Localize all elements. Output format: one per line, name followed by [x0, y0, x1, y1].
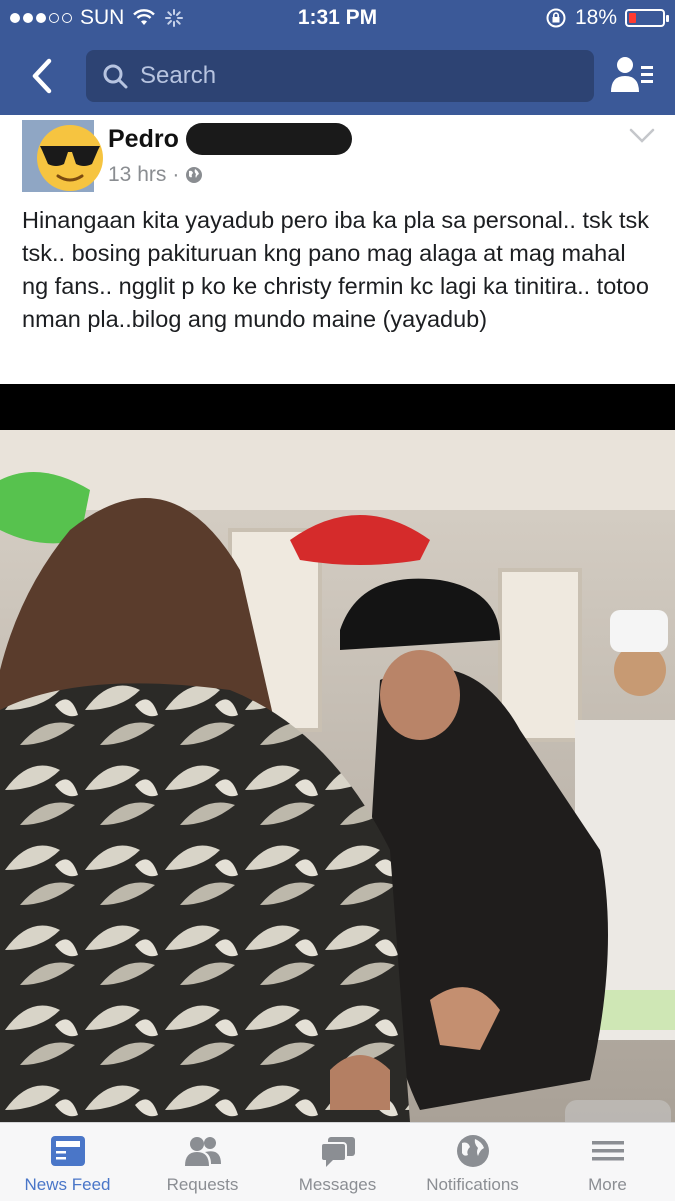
- photo-content: [0, 430, 675, 1122]
- tab-label: Notifications: [426, 1175, 519, 1194]
- messages-icon: [319, 1137, 355, 1167]
- post-photo[interactable]: [0, 384, 675, 1122]
- post-timestamp[interactable]: 13 hrs: [108, 163, 166, 187]
- tab-label: Requests: [166, 1175, 239, 1194]
- tab-messages[interactable]: Messages: [270, 1123, 405, 1201]
- tab-notifications[interactable]: Notifications: [405, 1123, 540, 1201]
- tab-label: More: [588, 1175, 627, 1194]
- rotation-lock-icon: [546, 8, 566, 28]
- sunglasses-emoji-icon: [37, 125, 103, 191]
- tab-requests[interactable]: Requests: [135, 1123, 270, 1201]
- post-author-name[interactable]: Pedro: [108, 125, 179, 154]
- chevron-left-icon: [32, 58, 52, 94]
- bottom-tab-bar: News Feed Requests Messages Notification…: [0, 1122, 675, 1201]
- tab-label: Messages: [298, 1175, 377, 1194]
- search-icon: [103, 64, 128, 89]
- tab-more[interactable]: More: [540, 1123, 675, 1201]
- meta-separator: ·: [172, 163, 180, 186]
- search-input[interactable]: [138, 61, 562, 91]
- top-bar: SUN 1:31 PM 18%: [0, 0, 675, 115]
- battery-percent: 18%: [574, 6, 617, 29]
- avatar[interactable]: [22, 120, 103, 192]
- post-header: Pedro 13 hrs ·: [0, 115, 675, 200]
- tab-label: News Feed: [24, 1175, 111, 1194]
- post-body-text: Hinangaan kita yayadub pero iba ka pla s…: [22, 207, 650, 332]
- battery-icon: [625, 9, 669, 27]
- friends-list-button[interactable]: [609, 54, 655, 98]
- status-bar: SUN 1:31 PM 18%: [0, 0, 675, 38]
- menu-icon: [591, 1141, 624, 1161]
- search-bar[interactable]: [86, 50, 594, 102]
- redacted-surname: [186, 123, 352, 155]
- person-list-icon: [611, 57, 653, 92]
- news-feed-icon: [50, 1136, 85, 1166]
- public-globe-icon: [186, 167, 203, 183]
- back-button[interactable]: [22, 56, 62, 96]
- post-options-chevron-icon[interactable]: [629, 127, 655, 145]
- friend-requests-icon: [184, 1137, 221, 1166]
- tab-news-feed[interactable]: News Feed: [0, 1123, 135, 1201]
- globe-icon: [456, 1135, 489, 1167]
